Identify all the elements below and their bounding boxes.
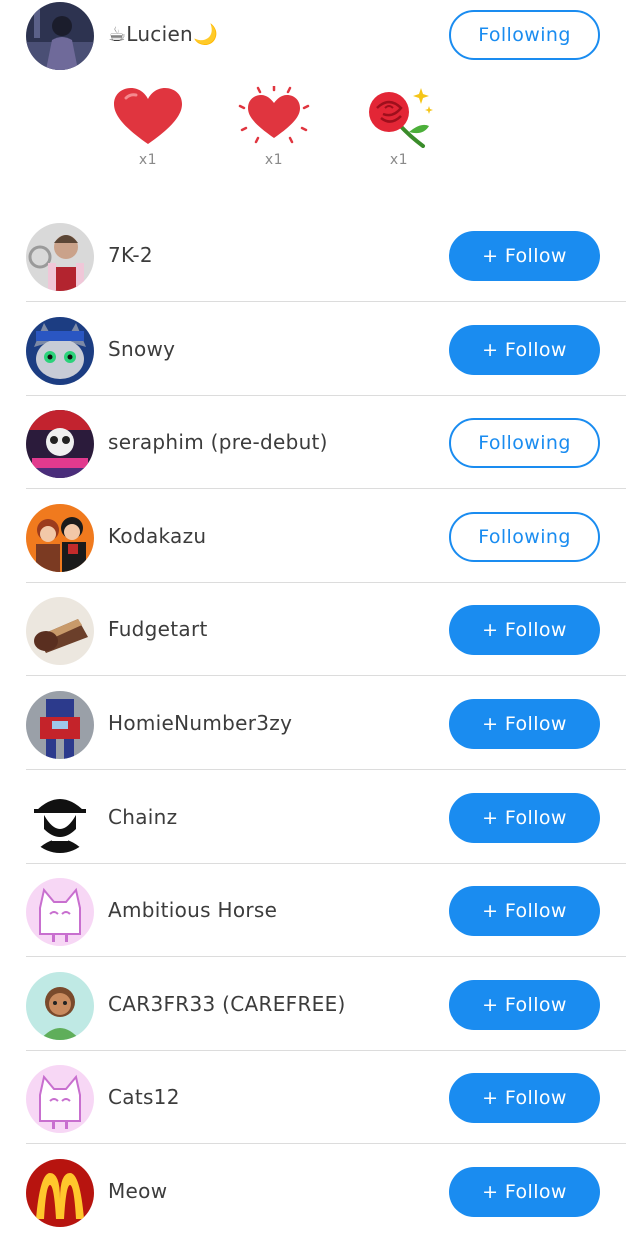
divider bbox=[26, 301, 626, 302]
username: Kodakazu bbox=[108, 524, 207, 548]
avatar-image bbox=[26, 1065, 94, 1133]
avatar[interactable] bbox=[26, 2, 94, 70]
avatar-image bbox=[26, 972, 94, 1040]
user-row[interactable]: CAR3FR33 (CAREFREE) + Follow bbox=[0, 970, 626, 1050]
avatar[interactable] bbox=[26, 785, 94, 853]
follow-button[interactable]: + Follow bbox=[449, 980, 600, 1030]
user-row[interactable]: Cats12 + Follow bbox=[0, 1063, 626, 1143]
username: Meow bbox=[108, 1179, 168, 1203]
user-row[interactable]: Meow + Follow bbox=[0, 1157, 626, 1237]
divider bbox=[26, 395, 626, 396]
avatar-image bbox=[26, 410, 94, 478]
avatar[interactable] bbox=[26, 878, 94, 946]
gift-count: x1 bbox=[264, 152, 284, 168]
gift-count: x1 bbox=[389, 152, 409, 168]
avatar[interactable] bbox=[26, 1065, 94, 1133]
divider bbox=[26, 488, 626, 489]
username: ☕Lucien🌙 bbox=[108, 22, 219, 46]
follow-button[interactable]: + Follow bbox=[449, 1167, 600, 1217]
avatar-image bbox=[26, 504, 94, 572]
divider bbox=[26, 956, 626, 957]
user-row[interactable]: seraphim (pre-debut) Following bbox=[0, 408, 626, 488]
header-user-row: ☕Lucien🌙 Following bbox=[0, 0, 626, 70]
user-row[interactable]: Kodakazu Following bbox=[0, 502, 626, 582]
avatar[interactable] bbox=[26, 410, 94, 478]
gift-heart: x1 bbox=[108, 86, 188, 168]
avatar[interactable] bbox=[26, 691, 94, 759]
avatar-image bbox=[26, 878, 94, 946]
divider bbox=[26, 1143, 626, 1144]
username: Snowy bbox=[108, 337, 176, 361]
follow-button[interactable]: + Follow bbox=[449, 325, 600, 375]
username: HomieNumber3zy bbox=[108, 711, 293, 735]
user-row[interactable]: Ambitious Horse + Follow bbox=[0, 876, 626, 956]
follow-button[interactable]: + Follow bbox=[449, 605, 600, 655]
divider bbox=[26, 863, 626, 864]
divider bbox=[26, 582, 626, 583]
avatar-image bbox=[26, 597, 94, 665]
username: 7K-2 bbox=[108, 243, 153, 267]
username: Ambitious Horse bbox=[108, 898, 278, 922]
follow-button[interactable]: + Follow bbox=[449, 1073, 600, 1123]
follow-button[interactable]: + Follow bbox=[449, 886, 600, 936]
avatar[interactable] bbox=[26, 317, 94, 385]
following-button[interactable]: Following bbox=[449, 418, 600, 468]
username: CAR3FR33 (CAREFREE) bbox=[108, 992, 346, 1016]
gift-rose: x1 bbox=[359, 86, 439, 168]
divider bbox=[26, 769, 626, 770]
divider bbox=[26, 675, 626, 676]
following-button[interactable]: Following bbox=[449, 512, 600, 562]
sparkling-heart-icon bbox=[238, 86, 310, 144]
user-row[interactable]: Chainz + Follow bbox=[0, 783, 626, 863]
follow-button[interactable]: + Follow bbox=[449, 699, 600, 749]
avatar[interactable] bbox=[26, 504, 94, 572]
username: Cats12 bbox=[108, 1085, 180, 1109]
avatar[interactable] bbox=[26, 597, 94, 665]
avatar-image bbox=[26, 785, 94, 853]
avatar[interactable] bbox=[26, 1159, 94, 1227]
username: Chainz bbox=[108, 805, 178, 829]
avatar[interactable] bbox=[26, 223, 94, 291]
heart-icon bbox=[114, 88, 182, 144]
gift-sparkling-heart: x1 bbox=[234, 86, 314, 168]
avatar-image bbox=[26, 691, 94, 759]
user-row[interactable]: Snowy + Follow bbox=[0, 315, 626, 395]
avatar-image bbox=[26, 317, 94, 385]
following-button[interactable]: Following bbox=[449, 10, 600, 60]
follow-button[interactable]: + Follow bbox=[449, 231, 600, 281]
avatar[interactable] bbox=[26, 972, 94, 1040]
avatar-image bbox=[26, 1159, 94, 1227]
user-row[interactable]: HomieNumber3zy + Follow bbox=[0, 689, 626, 769]
follow-button[interactable]: + Follow bbox=[449, 793, 600, 843]
rose-icon bbox=[369, 88, 433, 148]
user-row[interactable]: 7K-2 + Follow bbox=[0, 221, 626, 301]
username: Fudgetart bbox=[108, 617, 208, 641]
avatar-image bbox=[26, 2, 94, 70]
divider bbox=[26, 1050, 626, 1051]
avatar-image bbox=[26, 223, 94, 291]
gift-count: x1 bbox=[138, 152, 158, 168]
user-row[interactable]: Fudgetart + Follow bbox=[0, 595, 626, 675]
username: seraphim (pre-debut) bbox=[108, 430, 328, 454]
